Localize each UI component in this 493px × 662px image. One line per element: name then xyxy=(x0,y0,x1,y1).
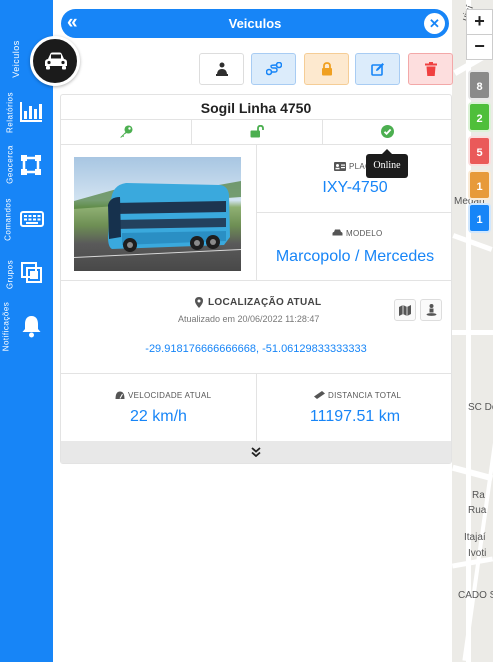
edit-icon xyxy=(370,63,384,76)
map-cluster-marker[interactable]: 1 xyxy=(468,203,491,233)
trash-icon xyxy=(424,62,437,76)
geofence-icon xyxy=(21,155,41,175)
route-button[interactable] xyxy=(251,53,296,85)
sidebar: Veiculos Relatórios Geocerca Comandos Gr… xyxy=(0,0,53,662)
speed-value: 22 km/h xyxy=(130,408,187,425)
distance-label: DISTANCIA TOTAL xyxy=(328,391,402,400)
speedometer-icon xyxy=(115,391,125,399)
street-view-icon xyxy=(426,304,436,316)
map-cluster-marker[interactable]: 1 xyxy=(468,170,491,200)
chevron-down-icon xyxy=(251,447,261,458)
map-label: SC Do xyxy=(468,402,493,413)
location-label: LOCALIZAÇÃO ATUAL xyxy=(208,297,322,308)
sidebar-item-label: Relatórios xyxy=(5,92,15,134)
model-label: MODELO xyxy=(346,229,383,238)
map-marker-icon xyxy=(195,297,203,308)
expand-details-button[interactable] xyxy=(61,441,451,463)
sidebar-item-label: Geocerca xyxy=(5,145,15,184)
driver-icon xyxy=(215,62,228,76)
map-label: Ra xyxy=(472,490,485,501)
driver-button[interactable] xyxy=(199,53,244,85)
keyboard-icon xyxy=(20,211,44,227)
show-on-map-button[interactable] xyxy=(394,299,416,321)
sidebar-item-label: Veiculos xyxy=(11,40,21,78)
vehicle-avatar xyxy=(30,36,80,86)
group-icon xyxy=(21,262,42,283)
close-icon[interactable]: ✕ xyxy=(424,13,445,34)
location-coordinates[interactable]: -29.918176666666668, -51.06129833333333 xyxy=(61,343,451,355)
delete-button[interactable] xyxy=(408,53,453,85)
edit-button[interactable] xyxy=(355,53,400,85)
sidebar-item-label: Notificações xyxy=(1,301,11,352)
sidebar-item-label: Grupos xyxy=(5,259,15,290)
unlocked-icon xyxy=(250,125,264,138)
status-tooltip: Online xyxy=(366,149,408,178)
car-icon xyxy=(45,52,67,70)
bell-icon xyxy=(22,316,41,338)
model-value: Marcopolo / Mercedes xyxy=(275,248,435,265)
map-cluster-marker[interactable]: 5 xyxy=(468,136,491,166)
distance-value: 11197.51 km xyxy=(309,408,401,425)
speed-label: VELOCIDADE ATUAL xyxy=(128,391,212,400)
vehicle-photo xyxy=(74,157,241,271)
sidebar-item-label: Comandos xyxy=(3,198,13,241)
map-cluster-marker[interactable]: 8 xyxy=(468,70,491,100)
plate-value: IXY-4750 xyxy=(322,179,388,196)
vehicle-details-card: Sogil Linha 4750 PLACA IXY-4750 MODELO M… xyxy=(60,94,452,464)
vehicle-name: Sogil Linha 4750 xyxy=(200,100,312,116)
zoom-in-button[interactable]: + xyxy=(466,9,493,35)
id-card-icon xyxy=(334,162,346,171)
lock-button[interactable] xyxy=(304,53,349,85)
ruler-icon xyxy=(314,391,325,399)
route-icon xyxy=(265,62,282,76)
map-icon xyxy=(399,304,411,316)
map-label: Rua xyxy=(468,505,487,516)
car-icon xyxy=(332,229,343,236)
online-status-icon[interactable] xyxy=(381,125,394,138)
street-view-button[interactable] xyxy=(420,299,442,321)
ignition-key-icon xyxy=(120,125,133,138)
panel-title: Veiculos xyxy=(228,16,282,31)
map-label: Ivoti xyxy=(468,548,487,559)
bar-chart-icon xyxy=(20,102,42,122)
location-updated: Atualizado em 20/06/2022 11:28:47 xyxy=(178,314,320,324)
zoom-out-button[interactable]: − xyxy=(466,34,493,60)
lock-icon xyxy=(321,62,332,76)
map-label: CADO S xyxy=(458,590,493,601)
panel-header: « Veiculos ✕ xyxy=(61,9,449,38)
map-label: Itajaí xyxy=(464,532,486,543)
map-cluster-marker[interactable]: 2 xyxy=(468,102,491,132)
